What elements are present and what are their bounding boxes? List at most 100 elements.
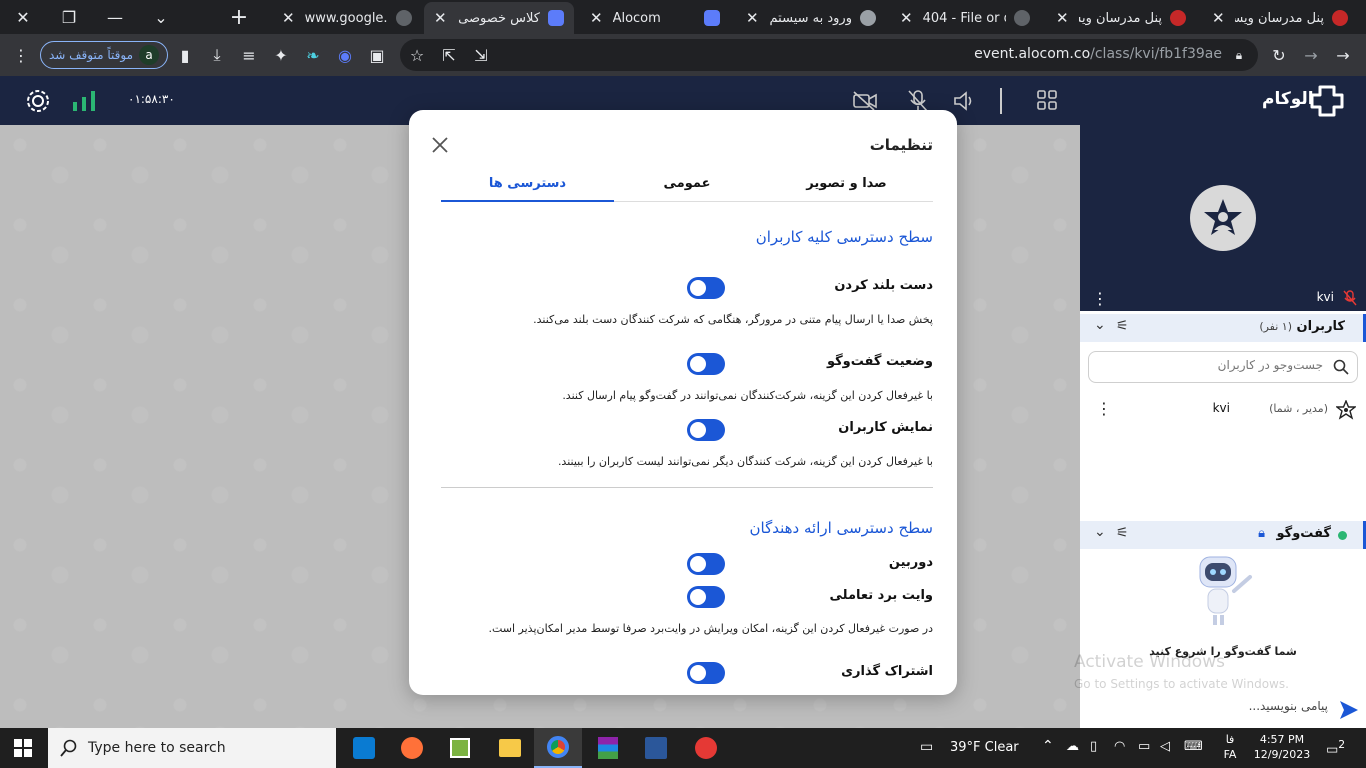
close-window-icon[interactable]: ✕	[0, 0, 46, 34]
chat-input-placeholder[interactable]: پیامی بنویسید...	[1249, 699, 1328, 713]
vpn-app-taskbar-icon[interactable]	[682, 728, 730, 768]
network-off-icon[interactable]: ☁	[1066, 739, 1079, 754]
raise-hand-toggle[interactable]	[687, 277, 725, 299]
lock-icon[interactable]: 🔒︎	[1226, 42, 1252, 68]
tab-private-class[interactable]: ✕ کلاس خصوصی -	[424, 2, 574, 34]
chrome-taskbar-icon[interactable]	[534, 728, 582, 768]
media-queue-icon[interactable]: ≡	[236, 42, 262, 68]
close-tab-icon[interactable]: ✕	[434, 9, 447, 27]
modal-title: تنظیمات	[869, 136, 933, 154]
alocom-logo-icon	[1310, 85, 1344, 117]
keyboard-icon[interactable]: ⌨	[1184, 739, 1203, 754]
profile-button[interactable]: موقتاً متوقف شد a	[40, 41, 168, 69]
user-role: (مدیر ، شما)	[1269, 402, 1328, 415]
site-favicon-icon	[860, 10, 876, 26]
alocom-favicon-icon	[704, 10, 720, 26]
users-search-input[interactable]	[1103, 358, 1323, 372]
menu-dots-icon[interactable]: ⋮	[8, 42, 34, 68]
tab-audio-video[interactable]: صدا و تصویر	[760, 176, 933, 202]
new-tab-icon[interactable]: +	[216, 0, 262, 34]
reload-icon[interactable]: ↻	[1266, 42, 1292, 68]
wifi-icon[interactable]: ◠	[1114, 739, 1125, 754]
language-indicator[interactable]: فا FA	[1216, 732, 1244, 762]
url-text[interactable]: event.alocom.co/class/kvi/fb1f39ae	[974, 46, 1222, 62]
device-icon[interactable]: ▯	[1090, 739, 1097, 754]
more-options-icon[interactable]: ⋮	[1092, 289, 1108, 308]
chevron-down-icon[interactable]: ⌄	[1094, 317, 1106, 333]
chevron-down-icon[interactable]: ⌄	[1094, 524, 1106, 540]
users-panel-header[interactable]: کاربران (۱ نفر) ⚟ ⌄	[1080, 314, 1366, 342]
show-users-toggle[interactable]	[687, 419, 725, 441]
extension-feather-icon[interactable]: ❧	[300, 42, 326, 68]
word-taskbar-icon[interactable]	[632, 728, 680, 768]
tab-label: کلاس خصوصی -	[456, 10, 540, 26]
close-tab-icon[interactable]: ✕	[900, 9, 913, 27]
tab-teachers-panel-1[interactable]: ✕ پنل مدرسان ویسا	[1046, 2, 1196, 34]
extensions-icon[interactable]: ✦	[268, 42, 294, 68]
forward-icon[interactable]: →	[1298, 42, 1324, 68]
clock[interactable]: 4:57 PM 12/9/2023	[1252, 732, 1312, 762]
chart-app-taskbar-icon[interactable]	[436, 728, 484, 768]
windows-start-icon[interactable]	[14, 739, 32, 757]
close-tab-icon[interactable]: ✕	[282, 9, 295, 27]
user-list-item[interactable]: ⋮ (مدیر ، شما) kvi	[1080, 397, 1366, 423]
globe-icon	[396, 10, 412, 26]
extension-circle-icon[interactable]: ◉	[332, 42, 358, 68]
battery-icon[interactable]: ▭	[1138, 739, 1150, 754]
winrar-taskbar-icon[interactable]	[584, 728, 632, 768]
sharing-toggle[interactable]	[687, 662, 725, 684]
volume-icon[interactable]: ◁	[1160, 739, 1170, 754]
close-tab-icon[interactable]: ✕	[1056, 9, 1069, 27]
taskbar-search-box[interactable]: Type here to search	[48, 728, 336, 768]
speaker-icon[interactable]	[952, 89, 976, 113]
download-icon[interactable]: ⤓	[204, 42, 230, 68]
tab-login[interactable]: ✕ ورود به سیستم -	[736, 2, 886, 34]
address-bar[interactable]: ☆ ⇱ ⇲ event.alocom.co/class/kvi/fb1f39ae…	[400, 39, 1258, 71]
users-search-box[interactable]	[1088, 351, 1358, 383]
tab-teachers-panel-2[interactable]: ✕ پنل مدرسان ویسا	[1202, 2, 1358, 34]
tab-permissions[interactable]: دسترسی ها	[441, 176, 614, 202]
tab-general[interactable]: عمومی	[614, 176, 760, 202]
settings-gear-icon[interactable]	[24, 87, 52, 115]
share-icon[interactable]: ⇱	[436, 42, 462, 68]
filter-settings-icon[interactable]: ⚟	[1116, 318, 1129, 334]
user-star-icon	[1204, 199, 1242, 235]
file-explorer-taskbar-icon[interactable]	[486, 728, 534, 768]
close-tab-icon[interactable]: ✕	[746, 9, 759, 27]
user-options-icon[interactable]: ⋮	[1096, 399, 1112, 418]
chat-panel-header[interactable]: گفت‌وگو 🔒︎ ⚟ ⌄	[1080, 521, 1366, 549]
clock-time: 4:57 PM	[1259, 733, 1305, 746]
chat-status-toggle[interactable]	[687, 353, 725, 375]
windows-taskbar: Type here to search ▭ 39°F Clear ⌃ ☁ ▯ ◠…	[0, 728, 1366, 768]
camera-off-icon[interactable]	[852, 90, 878, 112]
notifications-icon[interactable]: ▭2	[1326, 738, 1345, 757]
install-app-icon[interactable]: ⇲	[468, 42, 494, 68]
send-icon[interactable]	[1338, 699, 1360, 721]
restore-window-icon[interactable]: ❐	[46, 0, 92, 34]
close-tab-icon[interactable]: ✕	[590, 9, 603, 27]
close-tab-icon[interactable]: ✕	[1212, 9, 1225, 27]
back-icon[interactable]: →	[1330, 42, 1356, 68]
whiteboard-toggle[interactable]	[687, 586, 725, 608]
vscode-taskbar-icon[interactable]	[340, 728, 388, 768]
tray-chevron-up-icon[interactable]: ⌃	[1042, 738, 1054, 754]
side-panel-icon[interactable]: ▮	[172, 42, 198, 68]
filter-settings-icon[interactable]: ⚟	[1116, 525, 1129, 541]
bookmark-star-icon[interactable]: ☆	[404, 42, 430, 68]
weather-text[interactable]: 39°F Clear	[950, 740, 1019, 755]
chat-input-area[interactable]: پیامی بنویسید...	[1080, 693, 1366, 728]
tab-alocom[interactable]: ✕ Alocom	[580, 2, 730, 34]
close-icon[interactable]	[429, 134, 451, 156]
weather-icon[interactable]: ▭	[920, 739, 933, 755]
extension-box-icon[interactable]: ▣	[364, 42, 390, 68]
minimize-window-icon[interactable]: —	[92, 0, 138, 34]
tab-404[interactable]: ✕ 404 - File or directory	[890, 2, 1040, 34]
tab-search-icon[interactable]: ⌄	[138, 0, 184, 34]
tab-google[interactable]: ✕ www.google.com	[272, 2, 422, 34]
users-count: (۱ نفر)	[1259, 320, 1293, 333]
raise-hand-description: پخش صدا یا ارسال پیام متنی در مرورگر، هن…	[533, 313, 933, 326]
firefox-taskbar-icon[interactable]	[388, 728, 436, 768]
layout-grid-icon[interactable]	[1036, 89, 1058, 111]
profile-status: موقتاً متوقف شد	[48, 48, 133, 62]
camera-toggle[interactable]	[687, 553, 725, 575]
